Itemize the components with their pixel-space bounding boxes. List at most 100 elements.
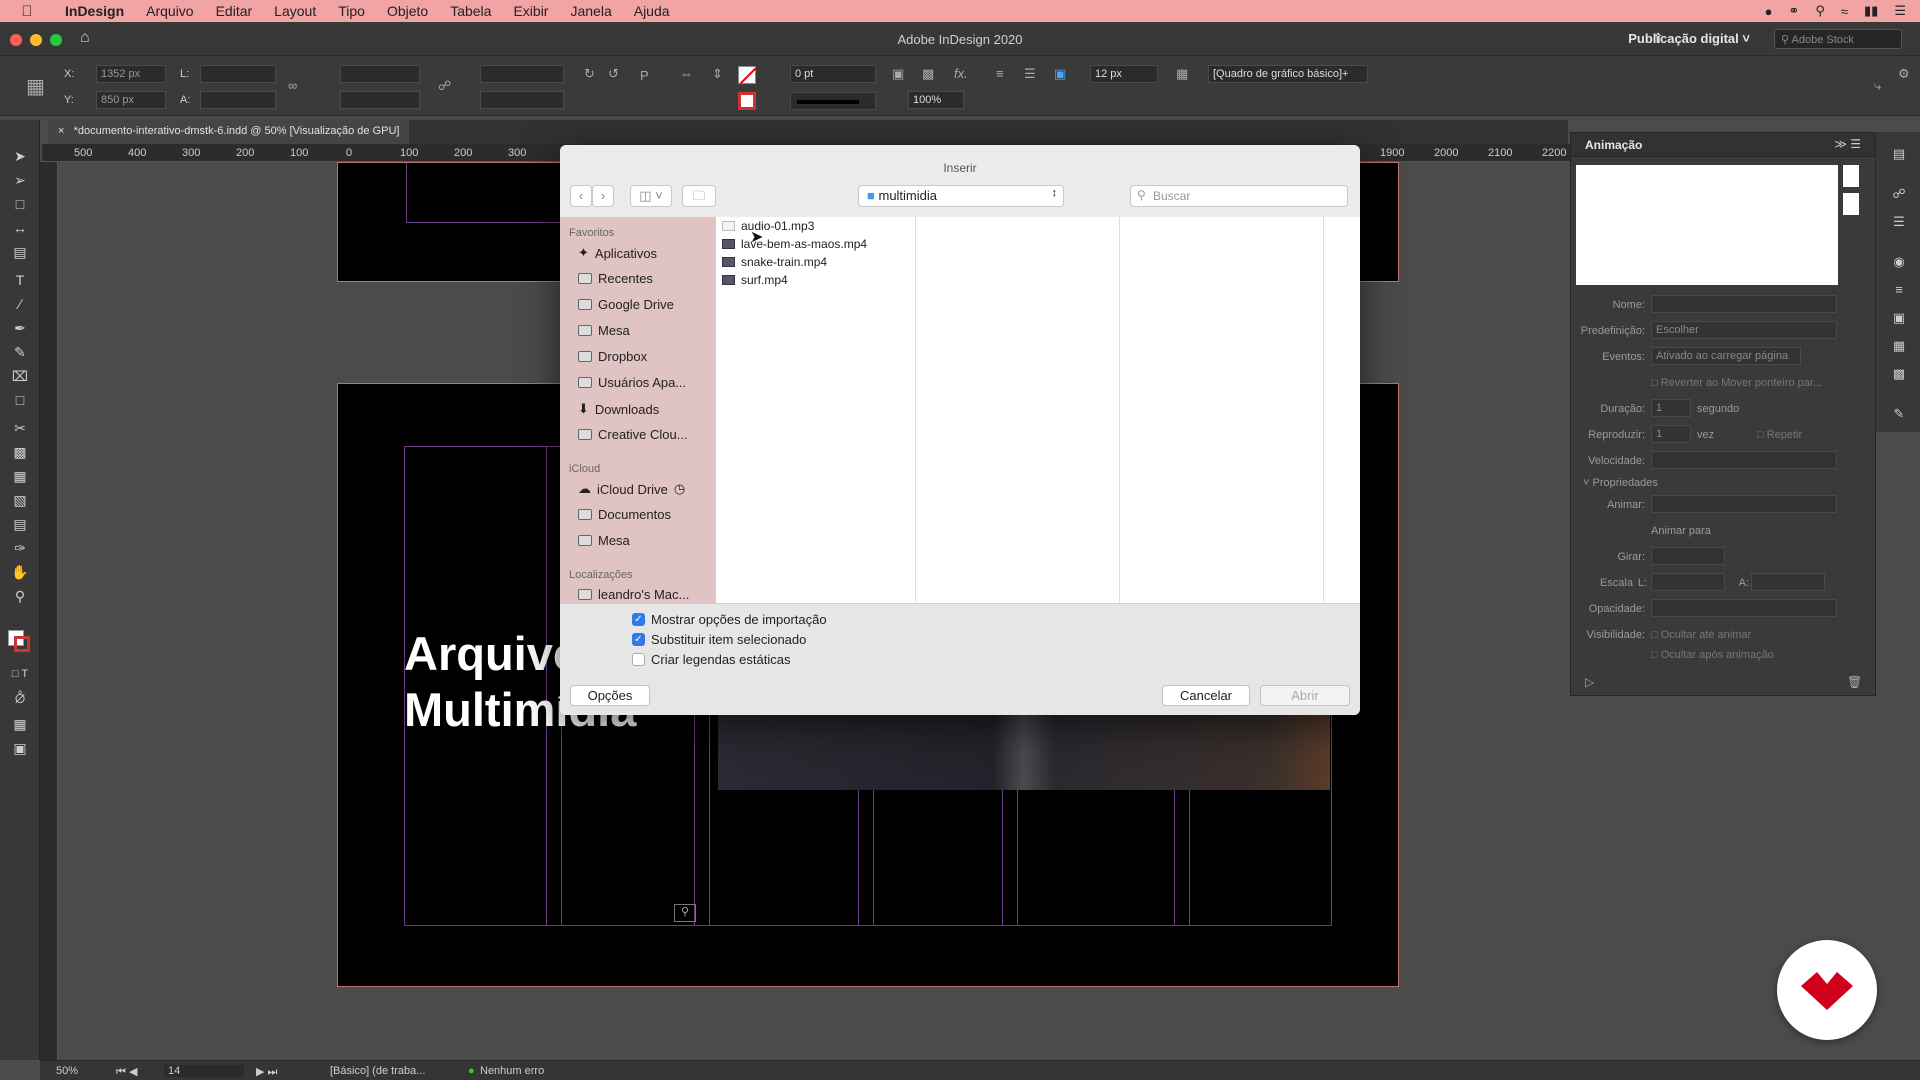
preview-button-2[interactable] (1843, 193, 1859, 215)
content-grabber-icon[interactable]: ⚲ (674, 904, 696, 922)
sidebar-item-recentes[interactable]: Recentes (578, 271, 653, 286)
gradient-feather-tool-icon[interactable]: ▧ (10, 492, 30, 512)
swatches-icon[interactable]: ◉ (1890, 254, 1908, 272)
menu-exibir[interactable]: Exibir (502, 3, 559, 19)
shear-field[interactable] (480, 91, 564, 109)
layers-icon[interactable]: ☰ (1890, 214, 1908, 232)
page-nav-next-icon[interactable]: ▶ ⏭ (256, 1065, 277, 1079)
height-field[interactable] (200, 91, 276, 109)
menu-arquivo[interactable]: Arquivo (135, 3, 204, 19)
menu-tabela[interactable]: Tabela (439, 3, 502, 19)
stroke-color-icon[interactable] (14, 636, 30, 652)
back-button[interactable]: ‹ (570, 185, 592, 207)
new-folder-button[interactable]: 🗀 (682, 185, 716, 207)
text-wrap-icon[interactable]: ≡ (996, 66, 1004, 81)
speed-select[interactable] (1651, 451, 1837, 469)
menu-tipo[interactable]: Tipo (327, 3, 376, 19)
flip-vertical-icon[interactable]: ⇕ (712, 66, 723, 82)
vertical-ruler[interactable] (40, 162, 58, 1062)
sidebar-item-documentos[interactable]: Documentos (578, 507, 671, 522)
gap-field[interactable]: 12 px (1090, 65, 1158, 83)
zoom-tool-icon[interactable]: ⚲ (10, 588, 30, 608)
link-icon[interactable]: ☍ (438, 78, 451, 94)
file-column-3[interactable] (1120, 217, 1324, 603)
scale-x-field[interactable] (340, 65, 420, 83)
open-button[interactable]: Abrir (1260, 685, 1350, 706)
sidebar-item-downloads[interactable]: ⬇ Downloads (578, 401, 659, 417)
file-item[interactable]: surf.mp4 (722, 273, 788, 287)
page-number-field[interactable]: 14 (164, 1065, 244, 1077)
x-field[interactable]: 1352 px (96, 65, 166, 83)
duration-field[interactable]: 1 (1651, 399, 1691, 417)
file-column-2[interactable] (916, 217, 1120, 603)
page-tool-icon[interactable]: □ (10, 196, 30, 216)
creative-cloud-icon[interactable]: ⚭ (1788, 3, 1799, 19)
direct-selection-tool-icon[interactable]: ➢ (10, 172, 30, 192)
scale-h-field[interactable] (1751, 573, 1825, 591)
rectangle-frame-tool-icon[interactable]: ⌧ (10, 368, 30, 388)
animation-panel-icon[interactable]: ▤ (1890, 146, 1908, 164)
stroke-swatch-icon[interactable] (738, 92, 756, 110)
menu-ajuda[interactable]: Ajuda (623, 3, 681, 19)
gap-tool-icon[interactable]: ↔ (10, 220, 30, 240)
opacity-field[interactable]: 100% (908, 91, 964, 109)
show-import-options-checkbox[interactable]: ✓ Mostrar opções de importação (632, 612, 827, 627)
width-field[interactable] (200, 65, 276, 83)
play-field[interactable]: 1 (1651, 425, 1691, 443)
line-tool-icon[interactable]: ∕ (10, 296, 30, 316)
rectangle-tool-icon[interactable]: □ (10, 392, 30, 412)
preset-select[interactable]: Escolher (1651, 321, 1837, 339)
preflight-status[interactable]: Nenhum erro (480, 1065, 544, 1077)
page-nav-first-icon[interactable]: ⏮ ◀ (116, 1065, 137, 1079)
menu-objeto[interactable]: Objeto (376, 3, 439, 19)
cancel-button[interactable]: Cancelar (1162, 685, 1250, 706)
opacity-select[interactable] (1651, 599, 1837, 617)
rotate-ccw-icon[interactable]: ↺ (608, 66, 619, 82)
fill-swatch-icon[interactable] (738, 66, 757, 85)
menu-janela[interactable]: Janela (559, 3, 622, 19)
properties-section[interactable]: ˅ Propriedades (1583, 477, 1658, 489)
zoom-level-select[interactable]: 50% (56, 1065, 78, 1077)
stroke-weight-field[interactable]: 0 pt (790, 65, 876, 83)
sidebar-item-icloud-drive[interactable]: ☁ iCloud Drive ◷ (578, 481, 685, 497)
sidebar-item-dropbox[interactable]: Dropbox (578, 349, 647, 364)
frame-fitting-icon[interactable]: ▦ (1176, 66, 1188, 82)
sidebar-item-mesa[interactable]: Mesa (578, 323, 630, 338)
transform-p-icon[interactable]: P (640, 68, 649, 83)
selection-tool-icon[interactable]: ➤ (10, 148, 30, 168)
panel-menu-icon[interactable]: ≫ ☰ (1834, 137, 1861, 151)
name-field[interactable] (1651, 295, 1837, 313)
sidebar-item-usuarios[interactable]: Usuários Apa... (578, 375, 686, 390)
apple-icon[interactable]:  (0, 3, 54, 20)
preview-spread-icon[interactable]: ▷ (1585, 675, 1594, 689)
hand-tool-icon[interactable]: ✋ (10, 564, 30, 584)
rotate-field[interactable] (1651, 547, 1725, 565)
timing-icon[interactable]: ✎ (1890, 406, 1908, 424)
create-static-captions-checkbox[interactable]: Criar legendas estáticas (632, 652, 790, 667)
object-style-select[interactable]: [Quadro de gráfico básico]+ (1208, 65, 1368, 83)
effects-icon[interactable]: ▣ (892, 66, 904, 82)
formatting-affects-icon[interactable]: □ T (10, 668, 30, 688)
file-item[interactable]: lave-bem-as-maos.mp4 (722, 237, 867, 251)
workspace-switcher[interactable]: Publicação digital ˅ (1628, 31, 1750, 46)
control-center-icon[interactable]: ☰ (1894, 3, 1906, 19)
y-field[interactable]: 850 px (96, 91, 166, 109)
links-icon[interactable]: ☍ (1890, 186, 1908, 204)
search-icon[interactable]: ⚲ (1815, 3, 1825, 19)
pages-icon[interactable]: ▣ (1890, 310, 1908, 328)
wifi-icon[interactable]: ≈ (1841, 4, 1848, 19)
note-tool-icon[interactable]: ▤ (10, 516, 30, 536)
rotation-field[interactable] (480, 65, 564, 83)
settings-icon[interactable]: ⚙ (1898, 66, 1910, 82)
reference-point-icon[interactable]: ▦ (26, 74, 45, 99)
drop-shadow-icon[interactable]: ▩ (922, 66, 934, 82)
sidebar-item-creative-cloud[interactable]: Creative Clou... (578, 427, 688, 442)
options-button[interactable]: Opções (570, 685, 650, 706)
rotate-cw-icon[interactable]: ↻ (584, 66, 595, 82)
pen-tool-icon[interactable]: ✒ (10, 320, 30, 340)
scale-w-field[interactable] (1651, 573, 1725, 591)
auto-fit-icon[interactable]: ▣ (1054, 66, 1066, 82)
animate-select[interactable] (1651, 495, 1837, 513)
view-mode-button[interactable]: ◫ ˅ (630, 185, 672, 207)
pencil-tool-icon[interactable]: ✎ (10, 344, 30, 364)
